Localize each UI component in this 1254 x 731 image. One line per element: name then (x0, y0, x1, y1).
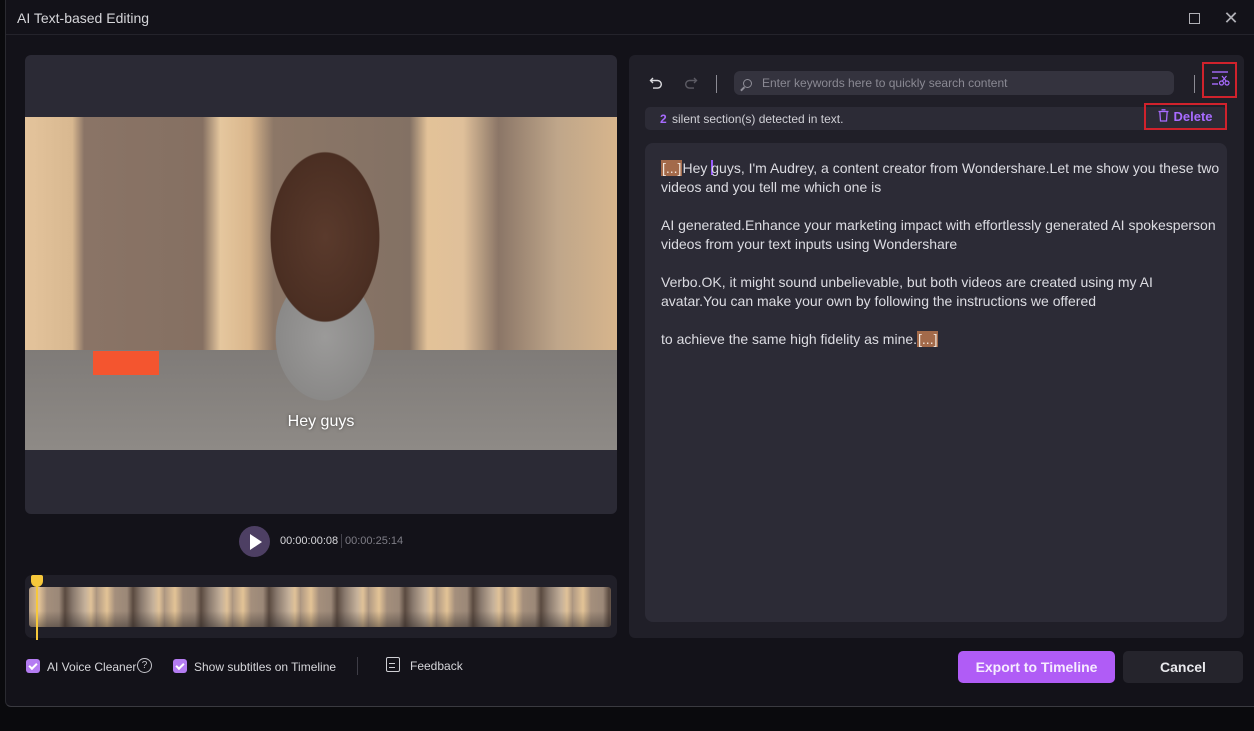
silence-marker[interactable]: [...] (917, 331, 939, 347)
silence-marker[interactable]: [...] (661, 160, 683, 176)
feedback-link[interactable]: Feedback (410, 659, 463, 673)
ai-text-editing-window: AI Text-based Editing ✕ Hey guys 00:00:0… (5, 0, 1254, 707)
close-button[interactable]: ✕ (1221, 8, 1241, 28)
toolbar-divider (1194, 75, 1195, 93)
overlay-graphic (93, 351, 159, 375)
maximize-button[interactable] (1184, 8, 1204, 28)
transcript-text-editor[interactable]: [...]Hey guys, I'm Audrey, a content cre… (645, 143, 1227, 622)
search-icon (743, 78, 752, 88)
footer-divider (357, 657, 358, 675)
silence-message: silent section(s) detected in text. (672, 112, 844, 126)
player-controls: 00:00:00:08 00:00:25:14 (25, 514, 617, 570)
search-input[interactable] (762, 76, 1162, 90)
transcript-paragraph: to achieve the same high fidelity as min… (661, 331, 939, 347)
cut-silence-icon (1210, 70, 1230, 91)
transcript-panel: 2 silent section(s) detected in text. De… (629, 55, 1244, 638)
search-box[interactable] (734, 71, 1174, 95)
cancel-button[interactable]: Cancel (1123, 651, 1243, 683)
title-bar: AI Text-based Editing ✕ (6, 0, 1254, 35)
total-time: 00:00:25:14 (345, 535, 404, 547)
play-icon (250, 533, 262, 550)
show-subtitles-checkbox[interactable] (173, 659, 187, 673)
window-title: AI Text-based Editing (17, 10, 150, 26)
filmstrip-thumbnails[interactable] (29, 587, 611, 627)
toolbar-divider (716, 75, 717, 93)
footer: AI Voice Cleaner ? Show subtitles on Tim… (6, 650, 1254, 686)
feedback-icon[interactable] (386, 657, 400, 672)
close-icon: ✕ (1223, 7, 1239, 28)
silence-count: 2 (660, 112, 667, 126)
video-subtitle: Hey guys (287, 413, 355, 430)
maximize-icon (1188, 12, 1200, 24)
playhead-handle[interactable] (31, 575, 43, 587)
time-divider (341, 534, 342, 548)
undo-button[interactable] (649, 75, 663, 95)
silence-detection-bar: 2 silent section(s) detected in text. De… (645, 103, 1227, 130)
delete-label: Delete (1173, 109, 1213, 124)
help-icon[interactable]: ? (137, 658, 152, 673)
play-button[interactable] (239, 526, 270, 557)
undo-icon (649, 75, 663, 94)
transcript-paragraph: Verbo.OK, it might sound unbelievable, b… (661, 274, 1153, 309)
video-frame[interactable]: Hey guys (25, 117, 617, 450)
redo-icon (684, 75, 698, 94)
current-time: 00:00:00:08 (280, 535, 339, 547)
show-subtitles-label: Show subtitles on Timeline (194, 660, 337, 674)
timeline[interactable] (25, 575, 617, 640)
export-to-timeline-button[interactable]: Export to Timeline (958, 651, 1115, 683)
video-preview: Hey guys (25, 55, 617, 514)
ai-voice-cleaner-label: AI Voice Cleaner (47, 660, 137, 674)
transcript-paragraph: [...]Hey guys, I'm Audrey, a content cre… (661, 160, 1220, 195)
playhead-line[interactable] (36, 579, 38, 640)
remove-silence-button[interactable] (1202, 62, 1237, 98)
redo-button[interactable] (684, 75, 698, 95)
ai-voice-cleaner-checkbox[interactable] (26, 659, 40, 673)
trash-icon (1158, 108, 1169, 125)
transcript-paragraph: AI generated.Enhance your marketing impa… (661, 217, 1216, 252)
delete-silence-button[interactable]: Delete (1144, 103, 1227, 130)
